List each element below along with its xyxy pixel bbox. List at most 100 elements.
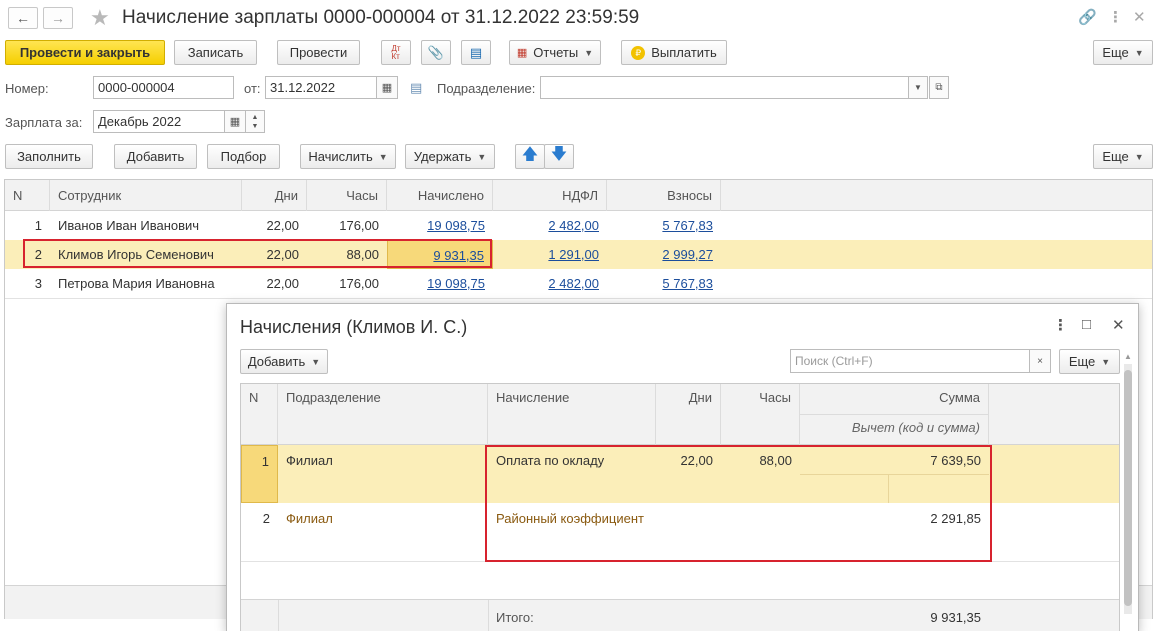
row-ndfl-link[interactable]: 1 291,00: [548, 247, 599, 262]
row-employee: Иванов Иван Иванович: [58, 218, 200, 233]
highlight-box: [23, 239, 492, 268]
window-title: Начисление зарплаты 0000-000004 от 31.12…: [122, 7, 640, 28]
number-field[interactable]: 0000-000004: [93, 76, 234, 99]
structure-button[interactable]: ▤: [461, 40, 491, 65]
more-button[interactable]: Еще ▼: [1093, 40, 1153, 65]
pay-button[interactable]: ₽ Выплатить: [621, 40, 727, 65]
close-icon[interactable]: ✕: [1112, 316, 1125, 334]
open-icon: ⧉: [935, 82, 943, 93]
row-n: 3: [34, 276, 42, 291]
total-label: Итого:: [496, 610, 534, 625]
table-footer: Итого: 9 931,35: [241, 599, 1119, 631]
dialog-more-label: Еще: [1068, 354, 1096, 369]
dt-kt-icon: Дт Кт: [391, 43, 401, 61]
table-header: N Подразделение Начисление Дни Часы Сумм…: [241, 384, 1119, 445]
pay-label: Выплатить: [651, 45, 717, 60]
maximize-icon[interactable]: □: [1082, 316, 1091, 333]
row-ndfl-link[interactable]: 2 482,00: [548, 276, 599, 291]
salary-for-field[interactable]: Декабрь 2022: [93, 110, 225, 133]
header-hours[interactable]: Часы: [721, 384, 800, 445]
reports-label: Отчеты: [533, 45, 579, 60]
row-contrib-link[interactable]: 2 999,27: [662, 247, 713, 262]
table-row[interactable]: 3 Петрова Мария Ивановна 22,00 176,00 19…: [5, 269, 1152, 298]
row-contrib-link[interactable]: 5 767,83: [662, 218, 713, 233]
header-n[interactable]: N: [5, 180, 50, 211]
footer-divider: [488, 600, 489, 631]
header-ndfl[interactable]: НДФЛ: [493, 180, 607, 211]
number-label: Номер:: [5, 81, 49, 96]
coin-icon: ₽: [631, 45, 646, 60]
forward-button[interactable]: →: [43, 7, 73, 29]
row-ndfl-link[interactable]: 2 482,00: [548, 218, 599, 233]
dialog-more-button[interactable]: Еще ▼: [1059, 349, 1120, 374]
department-dropdown-button[interactable]: ▼: [908, 76, 928, 99]
dialog-add-button[interactable]: Добавить ▼: [240, 349, 328, 374]
row-n: 2: [262, 511, 270, 526]
date-field[interactable]: 31.12.2022: [265, 76, 377, 99]
deduct-button[interactable]: Удержать ▼: [405, 144, 495, 169]
table-more-label: Еще: [1102, 149, 1129, 164]
header-days[interactable]: Дни: [656, 384, 721, 445]
accrue-button[interactable]: Начислить ▼: [300, 144, 396, 169]
search-clear-button[interactable]: ×: [1029, 349, 1051, 373]
fill-button[interactable]: Заполнить: [5, 144, 93, 169]
arrow-down-icon: 🡇: [550, 146, 568, 163]
table-row[interactable]: 1 Иванов Иван Иванович 22,00 176,00 19 0…: [5, 211, 1152, 240]
chevron-up-icon: ▲: [251, 113, 259, 121]
scroll-up-icon[interactable]: ▲: [1124, 352, 1132, 361]
row-contrib-link[interactable]: 5 767,83: [662, 276, 713, 291]
department-label: Подразделение:: [437, 81, 536, 96]
period-calendar-button[interactable]: ▦: [224, 110, 246, 133]
reports-button[interactable]: ▦ Отчеты ▼: [509, 40, 601, 65]
header-sum[interactable]: Сумма: [800, 384, 989, 415]
save-label: Записать: [187, 45, 244, 60]
period-stepper[interactable]: ▲ ▼: [245, 110, 265, 133]
add-button[interactable]: Добавить: [114, 144, 197, 169]
row-accrued-link[interactable]: 19 098,75: [427, 218, 485, 233]
hierarchy-icon: ▤: [469, 44, 483, 60]
department-open-button[interactable]: ⧉: [929, 76, 949, 99]
header-accrual[interactable]: Начисление: [488, 384, 656, 445]
favorite-star-icon[interactable]: ★: [90, 5, 110, 31]
row-accrued-link[interactable]: 19 098,75: [427, 276, 485, 291]
close-icon: ×: [1037, 355, 1043, 367]
table-more-button[interactable]: Еще ▼: [1093, 144, 1153, 169]
more-vertical-icon[interactable]: ⋮: [1108, 8, 1123, 26]
close-icon[interactable]: ✕: [1133, 8, 1146, 26]
department-field[interactable]: [540, 76, 909, 99]
chevron-down-icon: ▼: [477, 151, 487, 162]
search-input[interactable]: Поиск (Ctrl+F): [790, 349, 1030, 373]
header-n[interactable]: N: [241, 384, 278, 445]
row-days: 22,00: [266, 276, 299, 291]
header-department[interactable]: Подразделение: [278, 384, 488, 445]
dt-kt-button[interactable]: Дт Кт: [381, 40, 411, 65]
row-hours: 176,00: [339, 218, 379, 233]
header-accrued[interactable]: Начислено: [387, 180, 493, 211]
post-label: Провести: [289, 45, 348, 60]
link-icon[interactable]: 🔗: [1078, 8, 1097, 26]
row-employee: Петрова Мария Ивановна: [58, 276, 215, 291]
select-button[interactable]: Подбор: [207, 144, 280, 169]
header-employee[interactable]: Сотрудник: [50, 180, 242, 211]
post-and-close-button[interactable]: Провести и закрыть: [5, 40, 165, 65]
accrue-label: Начислить: [308, 149, 373, 164]
row-n: 1: [241, 445, 278, 503]
more-label: Еще: [1102, 45, 1129, 60]
chevron-down-icon: ▼: [311, 356, 321, 367]
back-button[interactable]: ←: [8, 7, 38, 29]
move-down-button[interactable]: 🡇: [544, 144, 574, 169]
calendar-button[interactable]: ▦: [376, 76, 398, 99]
post-button[interactable]: Провести: [277, 40, 360, 65]
more-vertical-icon[interactable]: ⋮: [1053, 316, 1068, 334]
save-button[interactable]: Записать: [174, 40, 257, 65]
move-up-button[interactable]: 🡅: [515, 144, 545, 169]
scrollbar-thumb[interactable]: [1124, 370, 1132, 606]
header-days[interactable]: Дни: [242, 180, 307, 211]
header-deduction[interactable]: Вычет (код и сумма): [800, 414, 989, 445]
attach-button[interactable]: 📎: [421, 40, 451, 65]
arrow-left-icon: ←: [16, 10, 30, 26]
header-hours[interactable]: Часы: [307, 180, 387, 211]
chevron-down-icon: ▼: [584, 47, 594, 58]
header-contrib[interactable]: Взносы: [607, 180, 721, 211]
deduct-label: Удержать: [413, 149, 472, 164]
